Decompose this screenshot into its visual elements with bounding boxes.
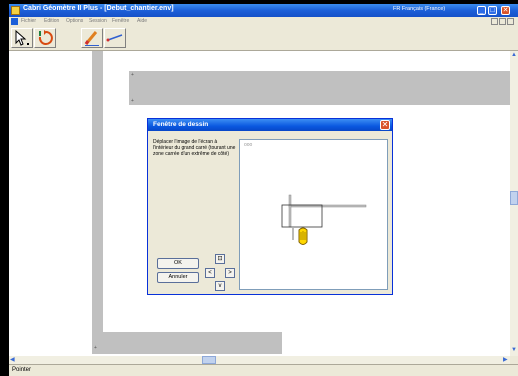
- corner-marker: +: [131, 98, 134, 104]
- pencil-icon: [84, 31, 99, 46]
- status-bar: Pointer: [9, 364, 518, 376]
- menu-fenetre[interactable]: Fenêtre: [112, 18, 129, 24]
- status-text: Pointer: [12, 367, 32, 373]
- line-icon: [106, 34, 123, 42]
- rotate-tool[interactable]: [34, 28, 56, 48]
- toolbar: [9, 26, 518, 51]
- vertical-scrollbar[interactable]: ▲ ▼: [510, 51, 518, 356]
- menu-session[interactable]: Session: [89, 18, 107, 24]
- close-button[interactable]: ✕: [501, 6, 510, 15]
- application-window: Cabri Géomètre II Plus - [Debut_chantier…: [9, 4, 518, 376]
- horizontal-scroll-thumb[interactable]: [202, 356, 216, 364]
- draw-tool[interactable]: [81, 28, 103, 48]
- scroll-right-arrow[interactable]: ▶: [503, 356, 508, 363]
- cancel-button[interactable]: Annuler: [157, 272, 199, 283]
- gray-frame-left: [92, 51, 103, 344]
- gray-frame-top: [129, 71, 510, 105]
- move-down-button[interactable]: v: [215, 281, 225, 291]
- scroll-left-arrow[interactable]: ◀: [10, 356, 15, 363]
- dialog-instructions: Déplacer l'image de l'écran à l'intérieu…: [153, 139, 236, 157]
- dialog-title: Fenêtre de dessin: [153, 121, 209, 128]
- app-icon[interactable]: [11, 6, 20, 15]
- rotate-icon: [38, 30, 53, 45]
- vertical-scroll-thumb[interactable]: [510, 191, 518, 205]
- pointer-tool[interactable]: [11, 28, 33, 48]
- line-tool[interactable]: [104, 28, 126, 48]
- move-left-button[interactable]: <: [205, 268, 215, 278]
- maximize-button[interactable]: □: [488, 6, 497, 15]
- mdi-close-button[interactable]: [507, 18, 514, 25]
- preview-drawing: [281, 194, 367, 240]
- document-icon[interactable]: [11, 18, 18, 25]
- menu-edition[interactable]: Edition: [44, 18, 59, 24]
- hand-cursor-icon: [298, 227, 308, 245]
- dialog-title-bar[interactable]: Fenêtre de dessin ✕: [148, 119, 392, 131]
- preview-pane[interactable]: ooo: [239, 139, 388, 290]
- menu-bar: Fichier Edition Options Session Fenêtre …: [9, 17, 518, 26]
- pointer-icon: [15, 29, 29, 46]
- menu-options[interactable]: Options: [66, 18, 83, 24]
- ok-button[interactable]: OK: [157, 258, 199, 269]
- scroll-down-arrow[interactable]: ▼: [511, 347, 517, 353]
- title-bar[interactable]: Cabri Géomètre II Plus - [Debut_chantier…: [9, 4, 518, 17]
- mdi-restore-button[interactable]: [499, 18, 506, 25]
- mdi-minimize-button[interactable]: [491, 18, 498, 25]
- scroll-up-arrow[interactable]: ▲: [511, 52, 517, 58]
- gray-frame-bottom: [92, 332, 282, 354]
- corner-marker: +: [131, 72, 134, 78]
- drawing-window-dialog: Fenêtre de dessin ✕ Déplacer l'image de …: [147, 118, 393, 295]
- dialog-close-button[interactable]: ✕: [380, 120, 390, 130]
- menu-aide[interactable]: Aide: [137, 18, 147, 24]
- language-indicator[interactable]: FR Français (France): [393, 6, 445, 12]
- minimize-button[interactable]: _: [477, 6, 486, 15]
- center-view-button[interactable]: ⊡: [215, 254, 225, 264]
- move-right-button[interactable]: >: [225, 268, 235, 278]
- window-title: Cabri Géomètre II Plus - [Debut_chantier…: [23, 5, 174, 12]
- corner-marker: +: [94, 345, 97, 351]
- horizontal-scrollbar[interactable]: ◀ ▶: [9, 356, 510, 364]
- menu-fichier[interactable]: Fichier: [21, 18, 36, 24]
